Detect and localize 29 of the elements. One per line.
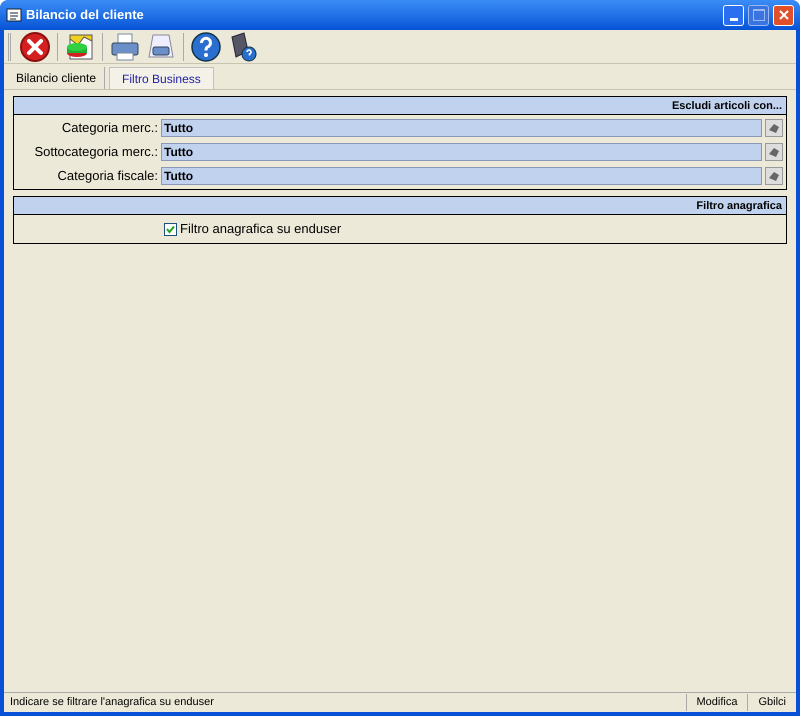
lookup-button[interactable] xyxy=(765,119,783,137)
lookup-button[interactable] xyxy=(765,167,783,185)
checkbox-label: Filtro anagrafica su enduser xyxy=(180,220,342,238)
lookup-icon xyxy=(768,122,780,134)
status-user: Gbilci xyxy=(747,694,796,711)
checkbox[interactable] xyxy=(164,222,177,236)
close-button[interactable] xyxy=(773,4,794,26)
panel-header: Escludi articoli con... xyxy=(14,97,786,115)
status-mode: Modifica xyxy=(686,694,748,711)
minimize-button[interactable] xyxy=(723,4,744,26)
panel-header: Filtro anagrafica xyxy=(14,197,786,215)
window-title: Bilancio del cliente xyxy=(26,6,145,24)
status-message: Indicare se filtrare l'anagrafica su enduser xyxy=(9,695,215,710)
field-label: Categoria fiscale: xyxy=(56,167,159,186)
lookup-icon xyxy=(768,170,780,182)
input-field[interactable]: Tutto xyxy=(161,143,762,161)
lookup-button[interactable] xyxy=(765,143,783,161)
input-field[interactable]: Tutto xyxy=(161,167,762,185)
input-field[interactable]: Tutto xyxy=(161,119,762,137)
tab[interactable]: Bilancio cliente xyxy=(8,67,106,89)
help-icon[interactable] xyxy=(190,30,222,62)
field-label: Sottocategoria merc.: xyxy=(33,143,159,162)
field-label: Categoria merc.: xyxy=(60,119,159,138)
lookup-icon xyxy=(768,146,780,158)
close-icon[interactable] xyxy=(19,30,51,62)
tab[interactable]: Filtro Business xyxy=(109,67,214,89)
window-icon xyxy=(6,7,22,23)
printer-icon[interactable] xyxy=(109,30,141,62)
close-icon xyxy=(778,9,790,21)
